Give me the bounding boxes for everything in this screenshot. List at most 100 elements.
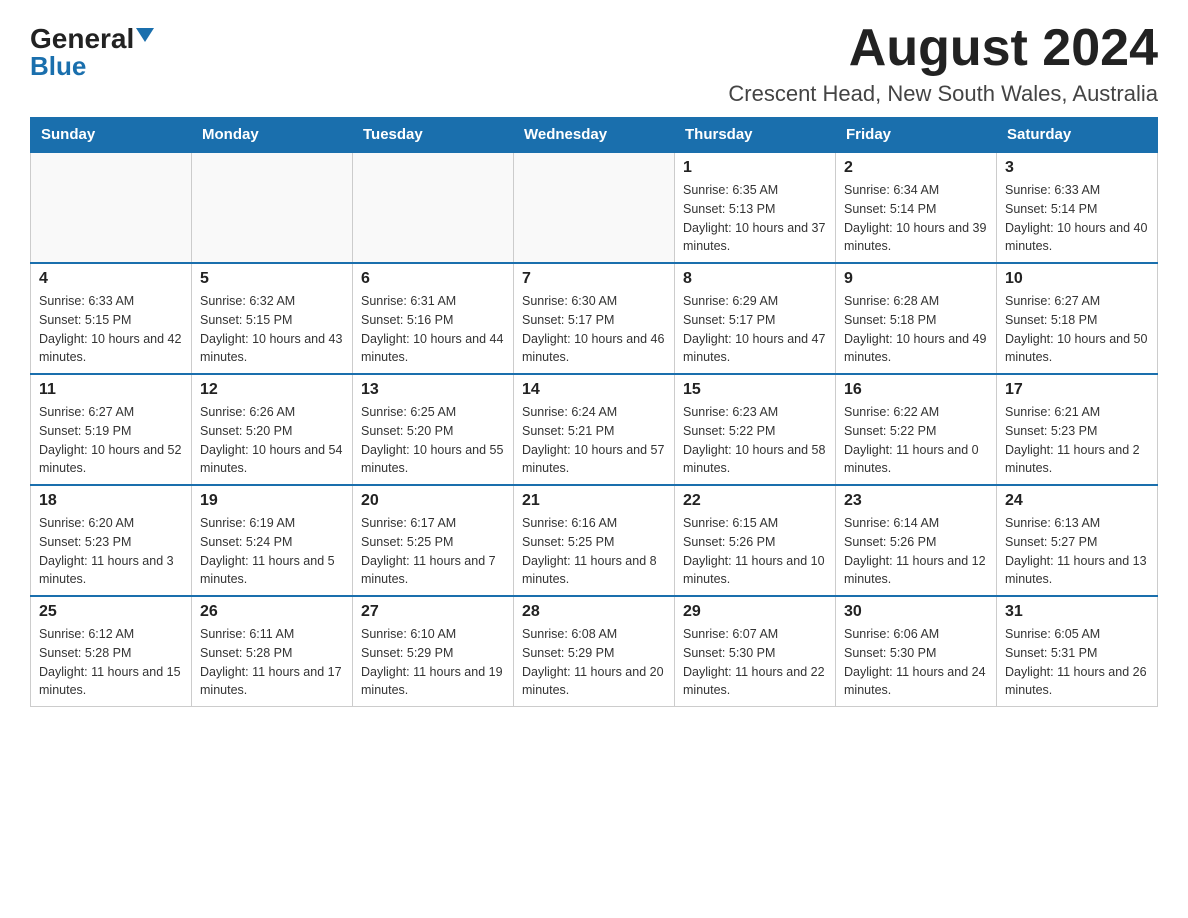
calendar-cell <box>353 152 514 263</box>
calendar-cell: 11 Sunrise: 6:27 AMSunset: 5:19 PMDayligh… <box>31 374 192 485</box>
day-info: Sunrise: 6:23 AMSunset: 5:22 PMDaylight:… <box>683 403 827 478</box>
day-number: 11 <box>39 381 183 399</box>
day-info: Sunrise: 6:20 AMSunset: 5:23 PMDaylight:… <box>39 514 183 589</box>
calendar-cell <box>31 152 192 263</box>
header-tuesday: Tuesday <box>353 118 514 153</box>
calendar-cell: 23Sunrise: 6:14 AMSunset: 5:26 PMDayligh… <box>836 485 997 596</box>
calendar-cell: 6 Sunrise: 6:31 AMSunset: 5:16 PMDaylight… <box>353 263 514 374</box>
calendar-header-row: Sunday Monday Tuesday Wednesday Thursday… <box>31 118 1158 153</box>
calendar-cell: 30Sunrise: 6:06 AMSunset: 5:30 PMDayligh… <box>836 596 997 707</box>
calendar-cell <box>192 152 353 263</box>
calendar-cell: 1 Sunrise: 6:35 AMSunset: 5:13 PMDaylight… <box>675 152 836 263</box>
day-info: Sunrise: 6:12 AMSunset: 5:28 PMDaylight:… <box>39 625 183 700</box>
calendar-week-3: 11 Sunrise: 6:27 AMSunset: 5:19 PMDayligh… <box>31 374 1158 485</box>
day-info: Sunrise: 6:35 AMSunset: 5:13 PMDaylight:… <box>683 181 827 256</box>
calendar-week-1: 1 Sunrise: 6:35 AMSunset: 5:13 PMDaylight… <box>31 152 1158 263</box>
day-info: Sunrise: 6:33 AMSunset: 5:15 PMDaylight:… <box>39 292 183 367</box>
day-info: Sunrise: 6:28 AMSunset: 5:18 PMDaylight:… <box>844 292 988 367</box>
day-info: Sunrise: 6:29 AMSunset: 5:17 PMDaylight:… <box>683 292 827 367</box>
day-number: 28 <box>522 603 666 621</box>
calendar-cell: 22 Sunrise: 6:15 AMSunset: 5:26 PMDayligh… <box>675 485 836 596</box>
day-info: Sunrise: 6:31 AMSunset: 5:16 PMDaylight:… <box>361 292 505 367</box>
day-info: Sunrise: 6:25 AMSunset: 5:20 PMDaylight:… <box>361 403 505 478</box>
day-info: Sunrise: 6:26 AMSunset: 5:20 PMDaylight:… <box>200 403 344 478</box>
logo-blue-text: Blue <box>30 51 86 82</box>
day-number: 20 <box>361 492 505 510</box>
calendar-table: Sunday Monday Tuesday Wednesday Thursday… <box>30 117 1158 707</box>
day-number: 29 <box>683 603 827 621</box>
day-info: Sunrise: 6:24 AMSunset: 5:21 PMDaylight:… <box>522 403 666 478</box>
day-number: 17 <box>1005 381 1149 399</box>
calendar-cell: 29 Sunrise: 6:07 AMSunset: 5:30 PMDayligh… <box>675 596 836 707</box>
header-saturday: Saturday <box>997 118 1158 153</box>
calendar-cell <box>514 152 675 263</box>
calendar-cell: 14 Sunrise: 6:24 AMSunset: 5:21 PMDayligh… <box>514 374 675 485</box>
page-header: General Blue August 2024 Crescent Head, … <box>30 20 1158 107</box>
calendar-cell: 18Sunrise: 6:20 AMSunset: 5:23 PMDayligh… <box>31 485 192 596</box>
day-number: 13 <box>361 381 505 399</box>
day-info: Sunrise: 6:15 AMSunset: 5:26 PMDaylight:… <box>683 514 827 589</box>
day-number: 26 <box>200 603 344 621</box>
day-info: Sunrise: 6:13 AMSunset: 5:27 PMDaylight:… <box>1005 514 1149 589</box>
calendar-cell: 31 Sunrise: 6:05 AMSunset: 5:31 PMDayligh… <box>997 596 1158 707</box>
day-number: 9 <box>844 270 988 288</box>
day-info: Sunrise: 6:27 AMSunset: 5:18 PMDaylight:… <box>1005 292 1149 367</box>
day-info: Sunrise: 6:16 AMSunset: 5:25 PMDaylight:… <box>522 514 666 589</box>
day-number: 16 <box>844 381 988 399</box>
calendar-cell: 13 Sunrise: 6:25 AMSunset: 5:20 PMDayligh… <box>353 374 514 485</box>
day-info: Sunrise: 6:06 AMSunset: 5:30 PMDaylight:… <box>844 625 988 700</box>
day-info: Sunrise: 6:10 AMSunset: 5:29 PMDaylight:… <box>361 625 505 700</box>
calendar-cell: 8 Sunrise: 6:29 AMSunset: 5:17 PMDaylight… <box>675 263 836 374</box>
calendar-cell: 17 Sunrise: 6:21 AMSunset: 5:23 PMDayligh… <box>997 374 1158 485</box>
calendar-cell: 4 Sunrise: 6:33 AMSunset: 5:15 PMDaylight… <box>31 263 192 374</box>
day-info: Sunrise: 6:32 AMSunset: 5:15 PMDaylight:… <box>200 292 344 367</box>
day-number: 5 <box>200 270 344 288</box>
day-number: 7 <box>522 270 666 288</box>
header-wednesday: Wednesday <box>514 118 675 153</box>
day-number: 31 <box>1005 603 1149 621</box>
day-number: 8 <box>683 270 827 288</box>
calendar-cell: 2Sunrise: 6:34 AMSunset: 5:14 PMDaylight… <box>836 152 997 263</box>
day-info: Sunrise: 6:05 AMSunset: 5:31 PMDaylight:… <box>1005 625 1149 700</box>
day-number: 21 <box>522 492 666 510</box>
calendar-subtitle: Crescent Head, New South Wales, Australi… <box>728 81 1158 107</box>
calendar-cell: 5 Sunrise: 6:32 AMSunset: 5:15 PMDaylight… <box>192 263 353 374</box>
day-info: Sunrise: 6:21 AMSunset: 5:23 PMDaylight:… <box>1005 403 1149 478</box>
calendar-cell: 21 Sunrise: 6:16 AMSunset: 5:25 PMDayligh… <box>514 485 675 596</box>
calendar-cell: 28 Sunrise: 6:08 AMSunset: 5:29 PMDayligh… <box>514 596 675 707</box>
day-number: 25 <box>39 603 183 621</box>
day-number: 4 <box>39 270 183 288</box>
day-number: 1 <box>683 159 827 177</box>
day-number: 14 <box>522 381 666 399</box>
day-info: Sunrise: 6:27 AMSunset: 5:19 PMDaylight:… <box>39 403 183 478</box>
day-info: Sunrise: 6:11 AMSunset: 5:28 PMDaylight:… <box>200 625 344 700</box>
day-number: 2 <box>844 159 988 177</box>
day-number: 19 <box>200 492 344 510</box>
day-number: 22 <box>683 492 827 510</box>
calendar-cell: 27 Sunrise: 6:10 AMSunset: 5:29 PMDayligh… <box>353 596 514 707</box>
header-friday: Friday <box>836 118 997 153</box>
day-info: Sunrise: 6:14 AMSunset: 5:26 PMDaylight:… <box>844 514 988 589</box>
logo-triangle-icon <box>136 28 154 42</box>
header-thursday: Thursday <box>675 118 836 153</box>
day-number: 27 <box>361 603 505 621</box>
calendar-week-4: 18Sunrise: 6:20 AMSunset: 5:23 PMDayligh… <box>31 485 1158 596</box>
calendar-cell: 15Sunrise: 6:23 AMSunset: 5:22 PMDayligh… <box>675 374 836 485</box>
day-number: 24 <box>1005 492 1149 510</box>
calendar-cell: 10 Sunrise: 6:27 AMSunset: 5:18 PMDayligh… <box>997 263 1158 374</box>
calendar-cell: 16 Sunrise: 6:22 AMSunset: 5:22 PMDayligh… <box>836 374 997 485</box>
day-number: 12 <box>200 381 344 399</box>
day-info: Sunrise: 6:22 AMSunset: 5:22 PMDaylight:… <box>844 403 988 478</box>
calendar-cell: 7Sunrise: 6:30 AMSunset: 5:17 PMDaylight… <box>514 263 675 374</box>
header-sunday: Sunday <box>31 118 192 153</box>
day-number: 10 <box>1005 270 1149 288</box>
day-number: 6 <box>361 270 505 288</box>
day-info: Sunrise: 6:07 AMSunset: 5:30 PMDaylight:… <box>683 625 827 700</box>
calendar-title: August 2024 <box>728 20 1158 77</box>
day-info: Sunrise: 6:08 AMSunset: 5:29 PMDaylight:… <box>522 625 666 700</box>
calendar-cell: 20 Sunrise: 6:17 AMSunset: 5:25 PMDayligh… <box>353 485 514 596</box>
day-info: Sunrise: 6:17 AMSunset: 5:25 PMDaylight:… <box>361 514 505 589</box>
title-area: August 2024 Crescent Head, New South Wal… <box>728 20 1158 107</box>
day-number: 3 <box>1005 159 1149 177</box>
logo-general: General <box>30 25 134 53</box>
